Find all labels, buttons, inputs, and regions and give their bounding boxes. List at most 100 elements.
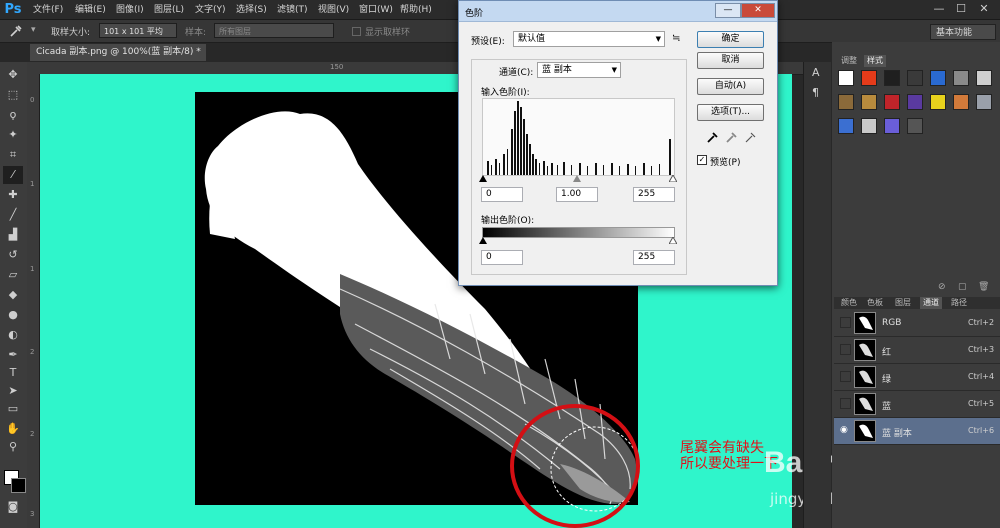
new-style-icon[interactable]: ▢ (958, 282, 967, 292)
menu-edit[interactable]: 编辑(E) (75, 3, 106, 17)
eraser-tool-icon[interactable]: ▱ (3, 266, 23, 284)
output-black-field[interactable]: 0 (481, 250, 523, 265)
magic-wand-tool-icon[interactable]: ✦ (3, 126, 23, 144)
auto-button[interactable]: 自动(A) (697, 78, 764, 95)
zoom-tool-icon[interactable]: ⚲ (3, 438, 23, 456)
dialog-close-button[interactable]: ✕ (741, 3, 775, 18)
style-swatch[interactable] (884, 70, 900, 86)
menu-type[interactable]: 文字(Y) (195, 3, 226, 17)
tab-layers[interactable]: 图层 (892, 297, 914, 309)
style-swatch[interactable] (838, 118, 854, 134)
visibility-toggle[interactable] (840, 344, 851, 355)
shape-tool-icon[interactable]: ▭ (3, 400, 23, 418)
output-white-slider-icon[interactable] (668, 235, 678, 245)
visibility-toggle[interactable] (840, 317, 851, 328)
brush-tool-icon[interactable]: ╱ (3, 206, 23, 224)
black-eyedropper-icon[interactable] (706, 130, 720, 144)
eyedropper-tool-icon[interactable]: ⁄ (3, 166, 23, 184)
style-swatch[interactable] (861, 70, 877, 86)
history-brush-tool-icon[interactable]: ↺ (3, 246, 23, 264)
sample-size-select[interactable]: 101 x 101 平均 (99, 23, 177, 38)
cancel-button[interactable]: 取消 (697, 52, 764, 69)
channel-select[interactable]: 蓝 副本 ▼ (537, 62, 621, 78)
visibility-toggle[interactable] (840, 371, 851, 382)
paint-bucket-tool-icon[interactable]: ◆ (3, 286, 23, 304)
hand-tool-icon[interactable]: ✋ (3, 420, 23, 438)
output-black-slider-icon[interactable] (479, 237, 487, 244)
preview-checkbox[interactable]: ✓ (697, 155, 707, 165)
input-black-field[interactable]: 0 (481, 187, 523, 202)
ok-button[interactable]: 确定 (697, 31, 764, 48)
tab-swatches[interactable]: 色板 (864, 297, 886, 309)
paragraph-panel-icon[interactable]: ¶ (812, 86, 819, 99)
tab-adjustments[interactable]: 调整 (838, 55, 860, 67)
tab-channels[interactable]: 通道 (920, 297, 942, 309)
channel-row-rgb[interactable]: RGB Ctrl+2 (834, 310, 1000, 337)
input-gamma-slider-icon[interactable] (573, 175, 581, 182)
workspace-select[interactable]: 基本功能 (930, 24, 996, 40)
blur-tool-icon[interactable]: ● (3, 306, 23, 324)
eyedropper-icon[interactable] (8, 23, 24, 39)
maximize-button[interactable]: ☐ (952, 0, 970, 18)
style-swatch[interactable] (976, 70, 992, 86)
white-eyedropper-icon[interactable] (744, 130, 758, 144)
eye-icon[interactable]: ◉ (840, 425, 851, 436)
style-swatch[interactable] (930, 70, 946, 86)
lasso-tool-icon[interactable]: ϙ (3, 106, 23, 124)
close-window-button[interactable]: ✕ (975, 0, 993, 18)
style-swatch[interactable] (953, 70, 969, 86)
channel-row-blue[interactable]: 蓝 Ctrl+5 (834, 391, 1000, 418)
style-swatch[interactable] (907, 70, 923, 86)
document-tab[interactable]: Cicada 副本.png @ 100%(蓝 副本/8) * × (30, 44, 206, 74)
show-ring-checkbox[interactable] (352, 27, 361, 36)
dialog-minimize-button[interactable]: — (715, 3, 741, 18)
tool-preset-caret-icon[interactable]: ▾ (31, 25, 36, 35)
menu-file[interactable]: 文件(F) (33, 3, 63, 17)
input-white-field[interactable]: 255 (633, 187, 675, 202)
style-swatch[interactable] (976, 94, 992, 110)
tab-styles[interactable]: 样式 (864, 55, 886, 67)
style-swatch[interactable] (838, 94, 854, 110)
dodge-tool-icon[interactable]: ◐ (3, 326, 23, 344)
delete-style-icon[interactable]: 🗑 (978, 282, 989, 292)
clear-style-icon[interactable]: ⊘ (938, 282, 946, 292)
style-swatch[interactable] (884, 94, 900, 110)
input-gamma-field[interactable]: 1.00 (556, 187, 598, 202)
preset-select[interactable]: 默认值 ▼ (513, 31, 665, 47)
menu-help[interactable]: 帮助(H) (400, 3, 432, 17)
type-tool-icon[interactable]: T (3, 364, 23, 382)
menu-view[interactable]: 视图(V) (318, 3, 349, 17)
style-swatch[interactable] (861, 118, 877, 134)
style-swatch[interactable] (930, 94, 946, 110)
style-swatch[interactable] (861, 94, 877, 110)
move-tool-icon[interactable]: ✥ (3, 66, 23, 84)
input-white-slider-icon[interactable] (668, 173, 678, 183)
crop-tool-icon[interactable]: ⌗ (3, 146, 23, 164)
healing-tool-icon[interactable]: ✚ (3, 186, 23, 204)
channel-row-red[interactable]: 红 Ctrl+3 (834, 337, 1000, 364)
menu-image[interactable]: 图像(I) (116, 3, 144, 17)
menu-layer[interactable]: 图层(L) (154, 3, 184, 17)
quick-mask-icon[interactable]: ◙ (3, 498, 23, 516)
character-panel-icon[interactable]: A (812, 66, 820, 79)
sample-select[interactable]: 所有图层 (214, 23, 334, 38)
style-swatch[interactable] (884, 118, 900, 134)
output-white-field[interactable]: 255 (633, 250, 675, 265)
options-button[interactable]: 选项(T)... (697, 104, 764, 121)
background-color-swatch[interactable] (11, 478, 26, 493)
menu-filter[interactable]: 滤镜(T) (277, 3, 308, 17)
preset-options-icon[interactable]: ≒ (672, 33, 680, 44)
menu-window[interactable]: 窗口(W) (359, 3, 393, 17)
input-black-slider-icon[interactable] (479, 175, 487, 182)
tab-paths[interactable]: 路径 (948, 297, 970, 309)
pen-tool-icon[interactable]: ✒ (3, 346, 23, 364)
visibility-toggle[interactable] (840, 398, 851, 409)
channel-row-green[interactable]: 绿 Ctrl+4 (834, 364, 1000, 391)
tab-color[interactable]: 颜色 (838, 297, 860, 309)
stamp-tool-icon[interactable]: ▟ (3, 226, 23, 244)
style-swatch[interactable] (838, 70, 854, 86)
style-swatch[interactable] (953, 94, 969, 110)
minimize-button[interactable]: — (930, 0, 948, 18)
style-swatch[interactable] (907, 94, 923, 110)
style-swatch[interactable] (907, 118, 923, 134)
